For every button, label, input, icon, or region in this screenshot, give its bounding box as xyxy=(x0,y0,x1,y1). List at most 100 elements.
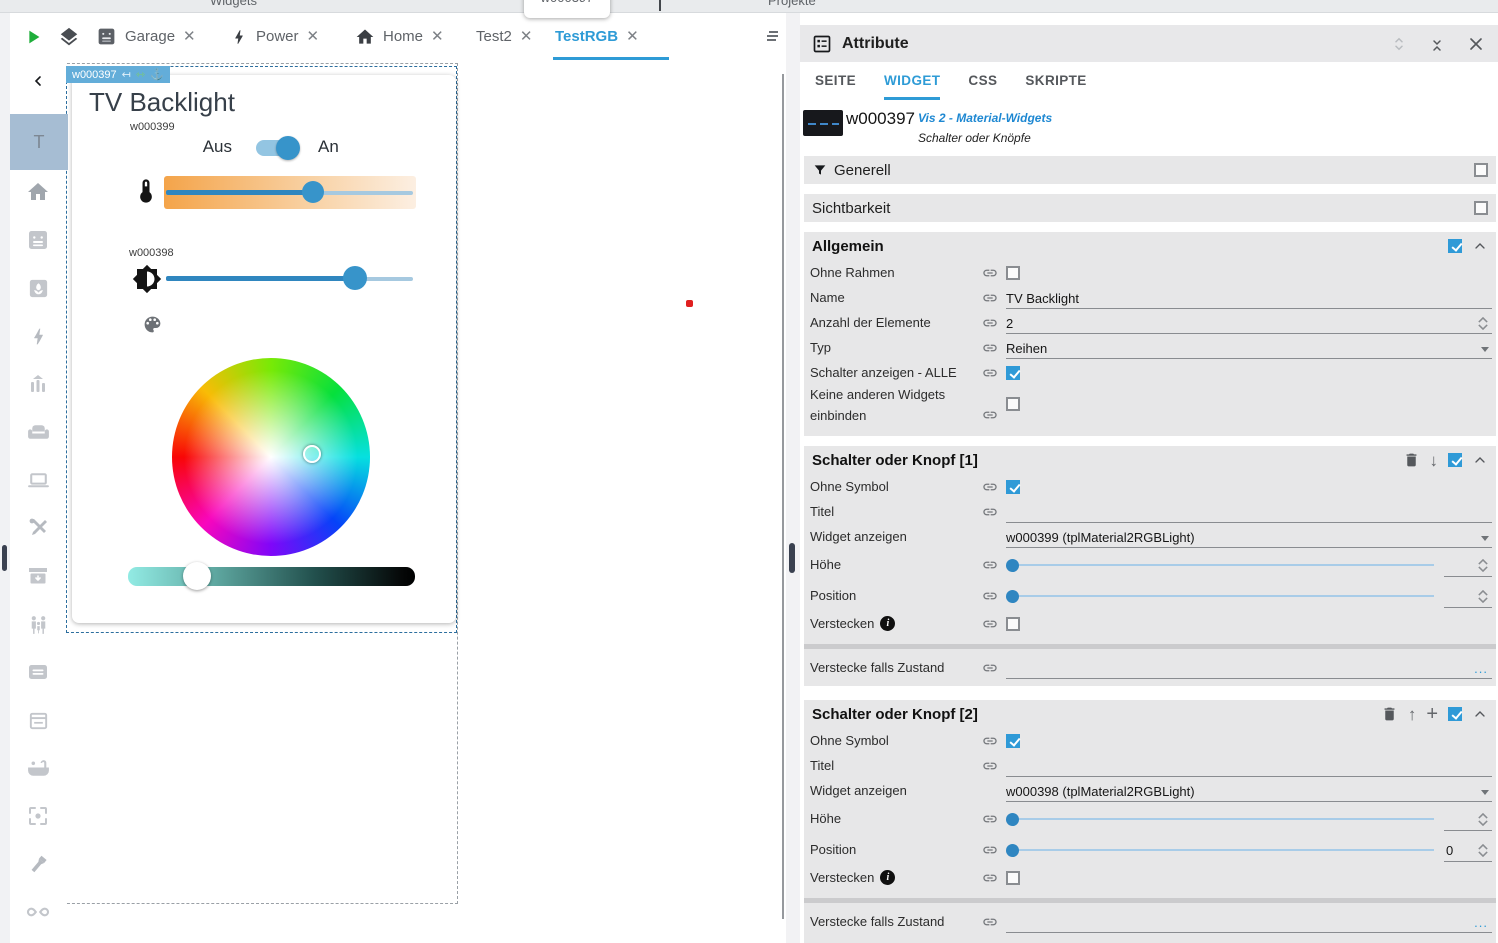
sidebar-item-garage[interactable] xyxy=(10,216,66,264)
close-panel-icon[interactable] xyxy=(1466,34,1486,54)
sidebar-item-calendar[interactable] xyxy=(10,696,66,744)
temp-slider-thumb[interactable] xyxy=(302,181,324,203)
sidebar-item-livingroom[interactable] xyxy=(10,408,66,456)
delete-icon[interactable] xyxy=(1381,705,1398,723)
info-icon[interactable]: i xyxy=(880,870,895,885)
sidebar-item-infinity[interactable] xyxy=(10,888,66,936)
sidebar-item-workshop[interactable] xyxy=(10,504,66,552)
layers-button[interactable] xyxy=(58,13,80,60)
sidebar-item-storage[interactable] xyxy=(10,552,66,600)
link-icon[interactable] xyxy=(982,365,998,381)
number-stepper[interactable] xyxy=(1475,813,1491,826)
verstecke-falls-input[interactable]: ... xyxy=(1006,912,1492,933)
knopf1-checkbox[interactable] xyxy=(1448,453,1462,467)
sidebar-item-family[interactable] xyxy=(10,600,66,648)
number-stepper[interactable] xyxy=(1475,590,1491,603)
link-icon[interactable] xyxy=(982,733,998,749)
tab-close-icon[interactable]: ✕ xyxy=(520,29,533,44)
anzahl-input[interactable]: 2 xyxy=(1006,313,1492,334)
typ-select[interactable]: Reihen xyxy=(1006,338,1492,359)
value-gradient-bar[interactable] xyxy=(128,567,415,586)
unfold-less-icon[interactable] xyxy=(1428,34,1446,54)
position-number[interactable] xyxy=(1444,584,1492,608)
value-bar-thumb[interactable] xyxy=(183,562,211,590)
ohne-rahmen-checkbox[interactable] xyxy=(1006,266,1020,280)
move-down-icon[interactable]: ↓ xyxy=(1430,452,1439,469)
sidebar-collapse-button[interactable] xyxy=(10,60,66,102)
link-icon[interactable] xyxy=(982,557,998,573)
more-options-button[interactable]: ... xyxy=(1474,661,1488,676)
widgets-toolbar-label[interactable]: Widgets xyxy=(210,0,257,8)
hoehe-slider[interactable] xyxy=(1006,553,1434,577)
link-icon[interactable] xyxy=(982,870,998,886)
toggle-on-label[interactable]: An xyxy=(318,137,339,157)
tab-skripte[interactable]: SKRIPTE xyxy=(1025,73,1086,100)
link-icon[interactable] xyxy=(982,407,998,423)
sidebar-item-office[interactable] xyxy=(10,456,66,504)
knopf2-header[interactable]: Schalter oder Knopf [2] ↑ + xyxy=(804,700,1496,728)
widget-selection-chip[interactable]: w000397 ↤ ⇿ ⚓ xyxy=(66,66,170,83)
ohne-symbol-checkbox[interactable] xyxy=(1006,734,1020,748)
left-splitter[interactable] xyxy=(0,13,10,943)
sidebar-item-bathroom[interactable] xyxy=(10,744,66,792)
left-splitter-handle[interactable] xyxy=(2,545,7,571)
tab-seite[interactable]: SEITE xyxy=(815,73,856,100)
sidebar-item-home[interactable] xyxy=(10,168,66,216)
link-icon[interactable] xyxy=(982,479,998,495)
unfold-more-icon[interactable] xyxy=(1390,34,1408,54)
tab-home[interactable]: Home ✕ xyxy=(355,13,444,60)
generell-checkbox[interactable] xyxy=(1474,163,1488,177)
sidebar-item-bedroom[interactable] xyxy=(10,648,66,696)
link-icon[interactable] xyxy=(982,504,998,520)
projekte-toolbar-label[interactable]: Projekte xyxy=(768,0,816,8)
run-button[interactable] xyxy=(22,13,44,60)
titel-input[interactable] xyxy=(1006,502,1492,523)
right-splitter-handle[interactable] xyxy=(789,543,795,573)
link-icon[interactable] xyxy=(982,290,998,306)
sichtbarkeit-checkbox[interactable] xyxy=(1474,201,1488,215)
tab-garage[interactable]: Garage ✕ xyxy=(96,13,196,60)
schalter-alle-checkbox[interactable] xyxy=(1006,366,1020,380)
sidebar-item-camera[interactable] xyxy=(10,792,66,840)
link-icon[interactable] xyxy=(982,811,998,827)
number-stepper[interactable] xyxy=(1475,844,1491,857)
verstecke-falls-input[interactable]: ... xyxy=(1006,658,1492,679)
width-icon[interactable]: ⇿ xyxy=(136,68,145,81)
canvas-scrollbar[interactable] xyxy=(782,74,784,919)
sidebar-item-stats[interactable] xyxy=(10,360,66,408)
chevron-up-icon[interactable] xyxy=(1472,706,1488,722)
hoehe-number[interactable] xyxy=(1444,807,1492,831)
tab-test2[interactable]: Test2 ✕ xyxy=(476,13,532,60)
verstecken-checkbox[interactable] xyxy=(1006,871,1020,885)
link-icon[interactable] xyxy=(982,315,998,331)
link-icon[interactable] xyxy=(982,660,998,676)
hoehe-number[interactable] xyxy=(1444,553,1492,577)
titel-input[interactable] xyxy=(1006,756,1492,777)
brightness-slider-thumb[interactable] xyxy=(343,266,367,290)
resize-arrow-icon[interactable]: ↤ xyxy=(122,68,131,81)
sichtbarkeit-bar[interactable]: Sichtbarkeit xyxy=(804,194,1496,222)
generell-bar[interactable]: Generell xyxy=(804,156,1496,184)
position-slider[interactable] xyxy=(1006,584,1434,608)
power-toggle[interactable] xyxy=(256,140,298,156)
allgemein-header[interactable]: Allgemein xyxy=(804,232,1496,260)
tab-close-icon[interactable]: ✕ xyxy=(183,29,196,44)
toggle-thumb[interactable] xyxy=(276,136,300,160)
tab-power[interactable]: Power ✕ xyxy=(230,13,319,60)
name-input[interactable]: TV Backlight xyxy=(1006,288,1492,309)
link-icon[interactable] xyxy=(982,842,998,858)
tab-close-icon[interactable]: ✕ xyxy=(307,29,320,44)
tab-widget[interactable]: WIDGET xyxy=(884,73,940,100)
link-icon[interactable] xyxy=(982,914,998,930)
chevron-up-icon[interactable] xyxy=(1472,238,1488,254)
link-icon[interactable] xyxy=(982,265,998,281)
more-options-button[interactable]: ... xyxy=(1474,915,1488,930)
tab-close-icon[interactable]: ✕ xyxy=(431,29,444,44)
verstecken-checkbox[interactable] xyxy=(1006,617,1020,631)
allgemein-checkbox[interactable] xyxy=(1448,239,1462,253)
number-stepper[interactable] xyxy=(1475,317,1491,330)
knopf1-header[interactable]: Schalter oder Knopf [1] ↓ xyxy=(804,446,1496,474)
link-icon[interactable] xyxy=(982,616,998,632)
link-icon[interactable] xyxy=(982,758,998,774)
move-up-icon[interactable]: ↑ xyxy=(1408,706,1417,723)
